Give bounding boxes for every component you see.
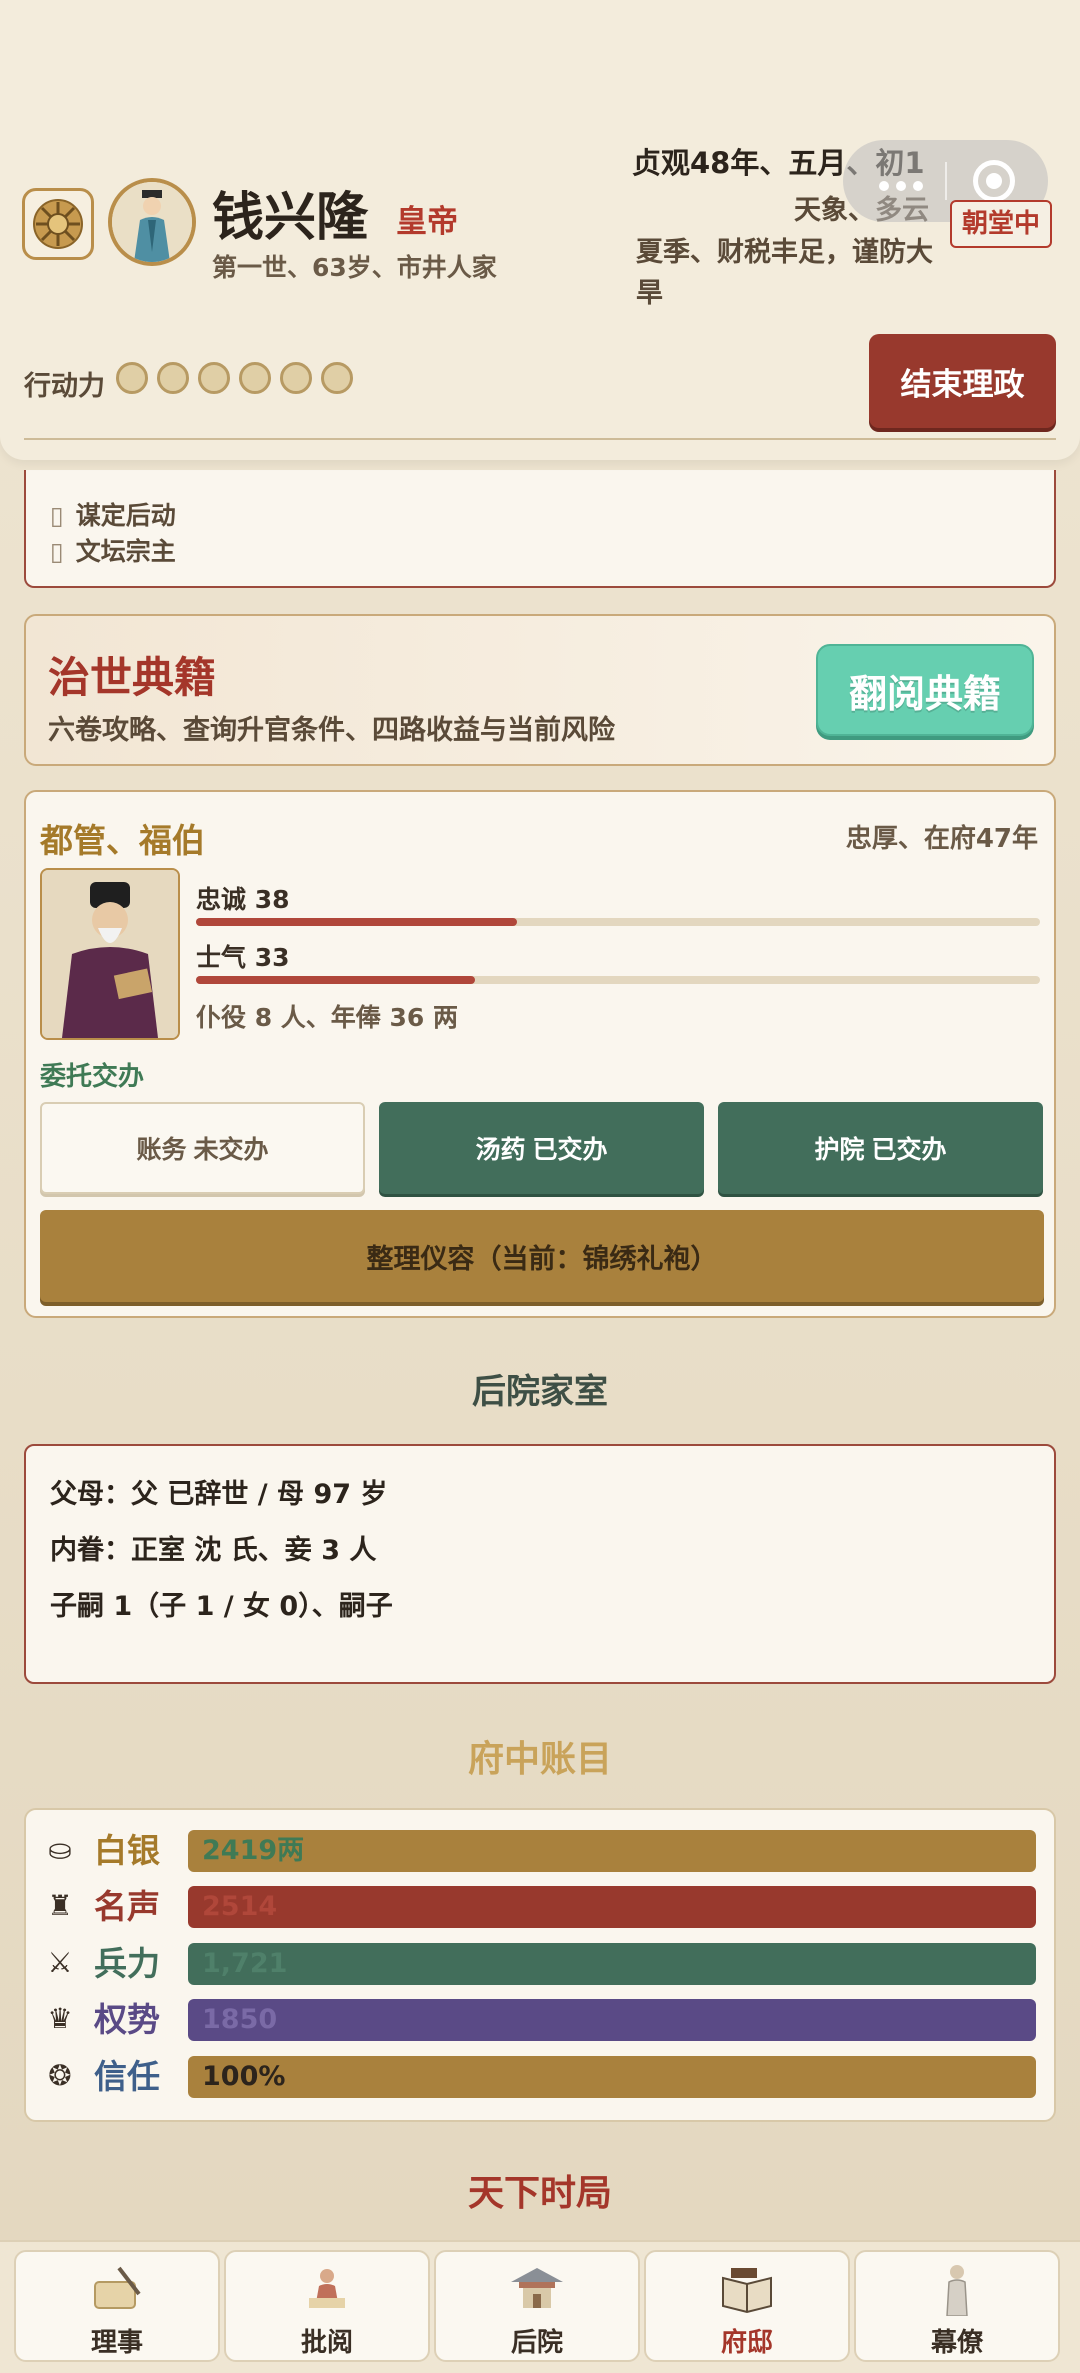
trait-item: 文坛宗主: [50, 532, 176, 568]
silver-icon: ⛀: [48, 1833, 72, 1866]
trait-item: 谋定后动: [50, 496, 176, 532]
action-point-dot: [116, 362, 148, 394]
accounts-section-title: 府中账目: [467, 1738, 612, 1780]
account-label: 信任: [94, 2057, 160, 2096]
family-spouses: 内眷：正室 沈 氏、妾 3 人: [50, 1535, 377, 1566]
page: 钱兴隆 皇帝 第一世、63岁、市井人家 贞观48年、五月、初1 天象、多云 夏季…: [0, 0, 1080, 2373]
end-governance-button[interactable]: 结束理政: [869, 334, 1056, 428]
more-icon[interactable]: [879, 176, 930, 195]
scroll-brush-icon: [16, 2260, 218, 2318]
account-label: 名声: [94, 1887, 160, 1926]
accounts-card: ⛀ 白银 2419两 ♜ 名声 2514 ⚔ 兵力 1,721 ♛ 权势 185…: [24, 1808, 1056, 2122]
account-bar: 1850: [188, 1999, 1036, 2041]
steward-title: 都管、福伯: [40, 821, 205, 860]
nav-label: 幕僚: [930, 2328, 983, 2358]
account-row-trust: ❂ 信任 100%: [40, 2054, 1044, 2100]
nav-label: 理事: [90, 2328, 143, 2358]
groom-button[interactable]: 整理仪容（当前：锦绣礼袍）: [40, 1210, 1044, 1302]
classics-card: 治世典籍 六卷攻略、查询升官条件、四路收益与当前风险 翻阅典籍: [24, 614, 1056, 766]
player-name: 钱兴隆: [212, 188, 369, 248]
pavilion-icon: [436, 2260, 638, 2318]
action-point-dot: [198, 362, 230, 394]
account-bar: 2514: [188, 1886, 1036, 1928]
action-points-dots: [116, 362, 353, 394]
action-point-dot: [239, 362, 271, 394]
power-icon: ♛: [47, 2002, 73, 2035]
action-point-dot: [280, 362, 312, 394]
family-parents: 父母：父 已辞世 / 母 97 岁: [50, 1479, 388, 1510]
nav-item-advisors[interactable]: 幕僚: [854, 2250, 1060, 2362]
task-guard-button[interactable]: 护院 已交办: [718, 1102, 1043, 1194]
settings-emblem-button[interactable]: [22, 188, 94, 260]
morale-bar: [196, 976, 1040, 984]
account-row-power: ♛ 权势 1850: [40, 1997, 1044, 2043]
action-point-dot: [157, 362, 189, 394]
classics-desc: 六卷攻略、查询升官条件、四路收益与当前风险: [48, 715, 615, 746]
task-accounts-button[interactable]: 账务 未交办: [40, 1102, 365, 1194]
family-section-title: 后院家室: [472, 1372, 608, 1412]
account-row-troops: ⚔ 兵力 1,721: [40, 1941, 1044, 1987]
steward-portrait: [40, 868, 180, 1040]
nav-item-review[interactable]: 批阅: [224, 2250, 430, 2362]
morale-bar-fill: [196, 976, 475, 984]
nav-item-backyard[interactable]: 后院: [434, 2250, 640, 2362]
books-icon: [646, 2260, 848, 2318]
loyalty-label: 忠诚 38: [196, 885, 290, 914]
traits-card: 谋定后动 文坛宗主: [24, 470, 1056, 588]
advisor-icon: [856, 2260, 1058, 2318]
task-medicine-button[interactable]: 汤药 已交办: [379, 1102, 704, 1194]
family-children: 子嗣 1（子 1 / 女 0）、嗣子: [50, 1591, 393, 1622]
nav-item-affairs[interactable]: 理事: [14, 2250, 220, 2362]
classics-title: 治世典籍: [48, 653, 217, 702]
servants-info: 仆役 8 人、年俸 36 两: [196, 1003, 459, 1032]
world-section-title: 天下时局: [467, 2172, 612, 2214]
bottom-nav: 理事 批阅 后院 府邸 幕僚: [0, 2240, 1080, 2373]
nav-label: 后院: [510, 2328, 563, 2358]
player-subinfo: 第一世、63岁、市井人家: [212, 253, 497, 282]
account-label: 兵力: [94, 1944, 160, 1983]
nav-item-mansion[interactable]: 府邸: [644, 2250, 850, 2362]
account-row-fame: ♜ 名声 2514: [40, 1884, 1044, 1930]
player-rank: 皇帝: [396, 204, 458, 240]
steward-portrait-icon: [42, 870, 178, 1038]
open-classics-button[interactable]: 翻阅典籍: [816, 644, 1034, 736]
account-bar: 2419两: [188, 1830, 1036, 1872]
family-card: 父母：父 已辞世 / 母 97 岁 内眷：正室 沈 氏、妾 3 人 子嗣 1（子…: [24, 1444, 1056, 1684]
court-status-badge: 朝堂中: [950, 200, 1053, 248]
loyalty-bar-fill: [196, 918, 517, 926]
steward-card: 都管、福伯 忠厚、在府47年 忠诚 38 士气 33 仆役 8 人、年俸 36 …: [24, 790, 1056, 1318]
delegate-label: 委托交办: [40, 1062, 145, 1092]
action-points-label: 行动力: [24, 371, 105, 402]
trust-icon: ❂: [48, 2059, 72, 2092]
status-header: 钱兴隆 皇帝 第一世、63岁、市井人家 贞观48年、五月、初1 天象、多云 夏季…: [0, 0, 1080, 460]
player-avatar[interactable]: [108, 178, 196, 266]
nav-label: 批阅: [300, 2328, 353, 2358]
morale-label: 士气 33: [196, 943, 290, 972]
close-target-icon[interactable]: [973, 160, 1015, 202]
account-bar: 100%: [188, 2056, 1036, 2098]
season-text: 夏季、财税丰足，谨防大旱: [636, 237, 933, 309]
reading-icon: [226, 2260, 428, 2318]
steward-meta: 忠厚、在府47年: [845, 824, 1038, 854]
troops-icon: ⚔: [47, 1946, 73, 1979]
nav-label: 府邸: [720, 2328, 773, 2358]
loyalty-bar: [196, 918, 1040, 926]
emperor-portrait-icon: [112, 182, 192, 262]
account-row-silver: ⛀ 白银 2419两: [40, 1828, 1044, 1874]
fame-icon: ♜: [47, 1889, 73, 1922]
account-label: 权势: [94, 2000, 160, 2039]
action-point-dot: [321, 362, 353, 394]
sun-emblem-icon: [33, 199, 83, 249]
account-bar: 1,721: [188, 1943, 1036, 1985]
account-label: 白银: [94, 1831, 160, 1870]
